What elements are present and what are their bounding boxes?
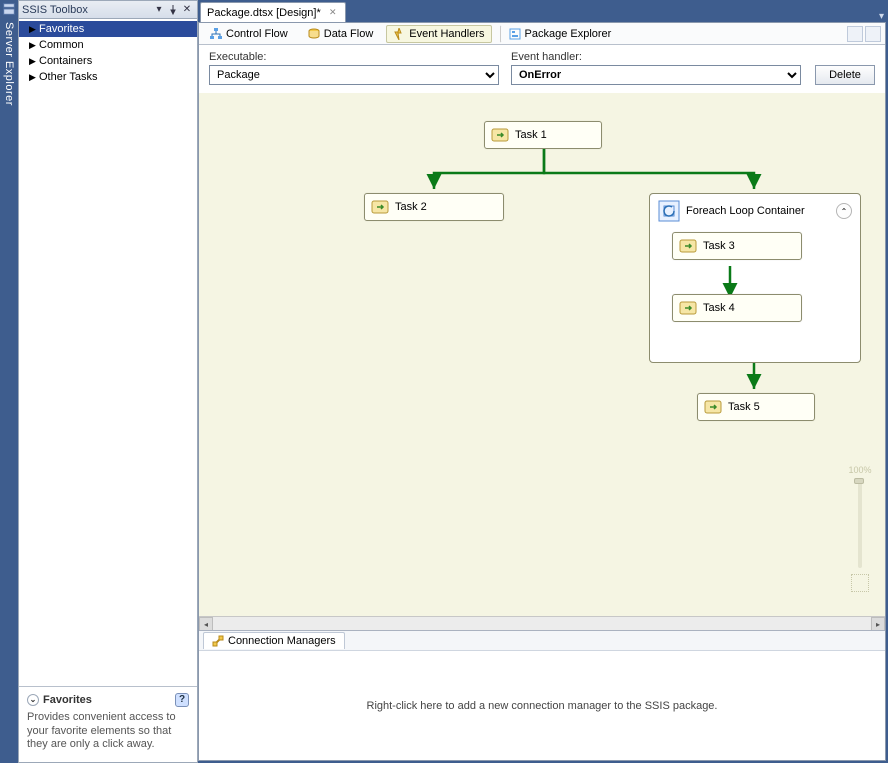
task-label: Task 5 [728, 401, 760, 413]
task-label: Task 4 [703, 302, 735, 314]
variables-icon[interactable] [865, 26, 881, 42]
toolbox-list: ▶Favorites ▶Common ▶Containers ▶Other Ta… [19, 19, 197, 686]
toolbox-pin-button[interactable] [166, 3, 180, 17]
toolbox-titlebar: SSIS Toolbox ▾ ✕ [19, 1, 197, 19]
toolbox-item-other-tasks[interactable]: ▶Other Tasks [19, 69, 197, 85]
toolbox-title: SSIS Toolbox [22, 4, 152, 16]
package-explorer-icon [509, 28, 521, 40]
executable-selector: Executable: Package [209, 51, 499, 85]
executable-dropdown[interactable]: Package [209, 65, 499, 85]
designer-toolbar-icons [847, 26, 881, 42]
zoom-label: 100% [848, 465, 871, 475]
tab-control-flow[interactable]: Control Flow [203, 25, 295, 43]
task-node-2[interactable]: Task 2 [364, 193, 504, 221]
document-tab[interactable]: Package.dtsx [Design]* ✕ [200, 2, 346, 22]
scroll-right-button[interactable]: ▸ [871, 617, 885, 630]
chevron-down-icon[interactable]: ⌄ [27, 694, 39, 706]
caret-icon: ▶ [29, 72, 37, 83]
connection-managers-tabstrip: Connection Managers [199, 631, 885, 651]
toolbox-menu-button[interactable]: ▾ [152, 3, 166, 17]
connection-managers-tab-label: Connection Managers [228, 635, 336, 647]
tab-data-flow[interactable]: Data Flow [301, 25, 381, 43]
foreach-loop-icon [658, 200, 680, 222]
connection-managers-tab[interactable]: Connection Managers [203, 632, 345, 649]
design-canvas[interactable]: Task 1 Task 2 Foreach Loop Container ⌃ [199, 93, 885, 616]
tab-event-handlers[interactable]: Event Handlers [386, 25, 491, 43]
ssis-toolbox-panel: SSIS Toolbox ▾ ✕ ▶Favorites ▶Common ▶Con… [18, 0, 198, 763]
zoom-slider[interactable] [858, 478, 862, 568]
toolbox-desc-text: Provides convenient access to your favor… [27, 711, 189, 752]
task-icon [371, 198, 389, 216]
canvas-wrap: Task 1 Task 2 Foreach Loop Container ⌃ [199, 93, 885, 630]
event-handler-dropdown[interactable]: OnError [511, 65, 801, 85]
task-icon [679, 299, 697, 317]
document-tab-strip: Package.dtsx [Design]* ✕ ▾ [198, 0, 888, 22]
toolbox-item-favorites[interactable]: ▶Favorites [19, 21, 197, 37]
task-label: Task 2 [395, 201, 427, 213]
server-explorer-label: Server Explorer [3, 20, 15, 106]
zoom-fit-button[interactable] [851, 574, 869, 592]
task-node-1[interactable]: Task 1 [484, 121, 602, 149]
control-flow-icon [210, 28, 222, 40]
server-explorer-strip[interactable]: Server Explorer [0, 0, 18, 763]
help-icon[interactable]: ? [175, 693, 189, 707]
task-icon [704, 398, 722, 416]
foreach-loop-container[interactable]: Foreach Loop Container ⌃ Task 3 [649, 193, 861, 363]
toolbox-desc-title: Favorites [43, 694, 92, 706]
document-tab-label: Package.dtsx [Design]* [207, 7, 321, 19]
task-label: Task 3 [703, 240, 735, 252]
zoom-thumb[interactable] [854, 478, 864, 484]
zoom-widget: 100% [845, 465, 875, 592]
toolbox-item-containers[interactable]: ▶Containers [19, 53, 197, 69]
tab-strip-menu[interactable]: ▾ [879, 11, 884, 22]
caret-icon: ▶ [29, 24, 37, 35]
designer-tabs: Control Flow Data Flow Event Handlers Pa… [199, 23, 885, 45]
caret-icon: ▶ [29, 40, 37, 51]
caret-icon: ▶ [29, 56, 37, 67]
data-flow-icon [308, 28, 320, 40]
toolbox-description: ⌄ Favorites ? Provides convenient access… [19, 686, 197, 762]
container-collapse-button[interactable]: ⌃ [836, 203, 852, 219]
toolbox-item-common[interactable]: ▶Common [19, 37, 197, 53]
connection-managers-hint: Right-click here to add a new connection… [367, 700, 718, 712]
executable-label: Executable: [209, 51, 499, 63]
task-icon [491, 126, 509, 144]
event-handler-selector-row: Executable: Package Event handler: OnErr… [199, 45, 885, 93]
horizontal-scrollbar[interactable]: ◂ ▸ [199, 616, 885, 630]
toolbox-close-button[interactable]: ✕ [180, 3, 194, 17]
parameters-icon[interactable] [847, 26, 863, 42]
tab-package-explorer[interactable]: Package Explorer [500, 25, 619, 43]
server-explorer-icon [2, 2, 16, 16]
connection-managers-body[interactable]: Right-click here to add a new connection… [199, 651, 885, 760]
event-handler-selector: Event handler: OnError [511, 51, 801, 85]
scroll-left-button[interactable]: ◂ [199, 617, 213, 630]
task-label: Task 1 [515, 129, 547, 141]
container-label: Foreach Loop Container [686, 205, 805, 217]
event-handlers-icon [393, 28, 405, 40]
document-tab-close[interactable]: ✕ [327, 7, 339, 19]
scroll-track[interactable] [213, 617, 871, 630]
connection-icon [212, 635, 224, 647]
document-area: Control Flow Data Flow Event Handlers Pa… [198, 22, 886, 761]
event-handler-label: Event handler: [511, 51, 801, 63]
task-node-5[interactable]: Task 5 [697, 393, 815, 421]
task-icon [679, 237, 697, 255]
connection-managers-panel: Connection Managers Right-click here to … [199, 630, 885, 760]
delete-button[interactable]: Delete [815, 65, 875, 85]
task-node-3[interactable]: Task 3 [672, 232, 802, 260]
task-node-4[interactable]: Task 4 [672, 294, 802, 322]
main-area: Package.dtsx [Design]* ✕ ▾ Control Flow … [198, 0, 888, 763]
